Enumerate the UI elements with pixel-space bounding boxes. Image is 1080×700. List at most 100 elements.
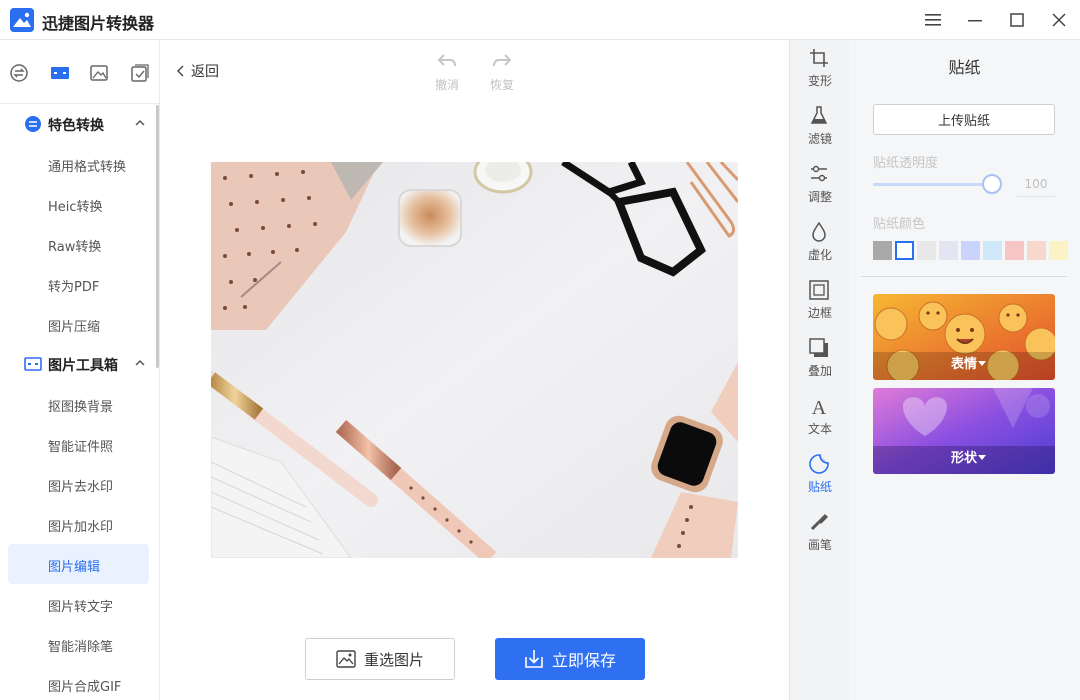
edited-photo[interactable] — [211, 162, 738, 558]
sticker-category-shape[interactable]: 形状 — [873, 388, 1055, 474]
sticker-category-label: 表情 — [950, 357, 977, 372]
tool-rail: 变形 滤镜 调整 虚化 边框 叠加 A 文本 贴纸 画笔 — [789, 40, 849, 700]
overlay-icon — [809, 338, 828, 357]
chevron-left-icon — [177, 65, 184, 77]
sidebar-item-to-pdf[interactable]: 转为PDF — [8, 264, 149, 304]
sidebar-item-id-photo[interactable]: 智能证件照 — [8, 424, 149, 464]
sidebar-item-heic[interactable]: Heic转换 — [8, 184, 149, 224]
category-image-toolbox[interactable]: 图片工具箱 — [0, 344, 156, 384]
tool-transform[interactable]: 变形 — [790, 44, 850, 98]
opacity-slider-track[interactable] — [873, 183, 992, 186]
tool-text[interactable]: A 文本 — [790, 392, 850, 446]
tool-label: 画笔 — [807, 538, 832, 552]
tool-label: 贴纸 — [807, 480, 832, 494]
reselect-label: 重选图片 — [363, 650, 424, 669]
close-icon[interactable] — [1045, 6, 1073, 34]
sidebar-item-raw[interactable]: Raw转换 — [8, 224, 149, 264]
sidebar-item-label: 智能消除笔 — [48, 640, 114, 655]
redo-button[interactable]: 恢复 — [482, 52, 522, 93]
app-window: 迅捷图片转换器 特色转换 通用格式转换 Heic转换 Raw转换 转为PDF 图… — [0, 0, 1080, 700]
minimize-icon[interactable] — [961, 6, 989, 34]
check-square-icon[interactable] — [129, 62, 151, 84]
sidebar: 特色转换 通用格式转换 Heic转换 Raw转换 转为PDF 图片压缩 图片工具… — [0, 40, 160, 700]
color-swatch[interactable] — [1049, 241, 1068, 260]
sidebar-item-label: 图片转文字 — [48, 600, 114, 615]
tool-label: 虚化 — [807, 248, 832, 262]
color-swatch[interactable] — [961, 241, 980, 260]
tool-blur[interactable]: 虚化 — [790, 218, 850, 272]
tool-brush[interactable]: 画笔 — [790, 508, 850, 562]
sidebar-item-label: 图片合成GIF — [48, 680, 122, 695]
panel-divider — [861, 276, 1067, 277]
sidebar-item-label: 抠图换背景 — [48, 400, 114, 415]
sidebar-item-image-to-text[interactable]: 图片转文字 — [8, 584, 149, 624]
back-button[interactable]: 返回 — [177, 61, 219, 81]
tool-label: 文本 — [807, 422, 832, 436]
app-logo-icon — [10, 8, 34, 32]
undo-button[interactable]: 撤消 — [427, 52, 467, 93]
convert-icon[interactable] — [8, 62, 30, 84]
tool-adjust[interactable]: 调整 — [790, 160, 850, 214]
color-swatch[interactable] — [895, 241, 914, 260]
tool-label: 滤镜 — [807, 132, 832, 146]
save-label: 立即保存 — [551, 651, 616, 670]
tool-overlay[interactable]: 叠加 — [790, 334, 850, 388]
sidebar-item-general-convert[interactable]: 通用格式转换 — [8, 144, 149, 184]
color-swatch[interactable] — [1027, 241, 1046, 260]
sidebar-item-cutout[interactable]: 抠图换背景 — [8, 384, 149, 424]
image-icon — [336, 650, 356, 668]
opacity-value[interactable]: 100 — [1017, 171, 1055, 197]
sticker-icon — [809, 454, 829, 474]
sidebar-item-label: 通用格式转换 — [48, 160, 127, 175]
redo-icon — [493, 54, 512, 67]
maximize-icon[interactable] — [1003, 6, 1031, 34]
sidebar-tabs — [0, 40, 159, 104]
tool-label: 变形 — [807, 74, 832, 88]
color-swatch[interactable] — [1005, 241, 1024, 260]
frame-icon — [809, 280, 829, 300]
title-bar: 迅捷图片转换器 — [0, 0, 1080, 40]
sidebar-item-label: 图片压缩 — [48, 320, 101, 335]
category-label: 特色转换 — [48, 118, 104, 134]
download-icon — [525, 650, 543, 668]
undo-icon — [437, 54, 456, 67]
color-label: 贴纸颜色 — [873, 217, 926, 232]
sidebar-item-label: Heic转换 — [48, 200, 103, 215]
sidebar-item-eraser[interactable]: 智能消除笔 — [8, 624, 149, 664]
chevron-up-icon — [135, 119, 145, 126]
sidebar-item-gif[interactable]: 图片合成GIF — [8, 664, 149, 700]
sidebar-scrollbar[interactable] — [156, 105, 159, 368]
image-icon[interactable] — [88, 62, 110, 84]
blur-drop-icon — [812, 222, 826, 242]
sticker-panel: 贴纸 上传贴纸 贴纸透明度 100 贴纸颜色 表情 形状 — [849, 40, 1080, 700]
opacity-slider-knob[interactable] — [982, 174, 1002, 194]
color-swatch[interactable] — [917, 241, 936, 260]
tool-filter[interactable]: 滤镜 — [790, 102, 850, 156]
upload-sticker-button[interactable]: 上传贴纸 — [873, 104, 1055, 135]
category-special-convert[interactable]: 特色转换 — [0, 104, 156, 144]
color-swatch[interactable] — [939, 241, 958, 260]
toolbox-icon[interactable] — [49, 62, 71, 84]
adjust-sliders-icon — [811, 165, 827, 182]
sidebar-item-label: 智能证件照 — [48, 440, 114, 455]
filter-flask-icon — [810, 106, 828, 124]
crystal-jar — [398, 189, 462, 247]
sidebar-item-label: 图片加水印 — [48, 520, 114, 535]
tool-frame[interactable]: 边框 — [790, 276, 850, 330]
sidebar-item-remove-watermark[interactable]: 图片去水印 — [8, 464, 149, 504]
reselect-image-button[interactable]: 重选图片 — [305, 638, 455, 680]
sidebar-item-image-edit[interactable]: 图片编辑 — [8, 544, 149, 584]
sidebar-item-label: 转为PDF — [48, 280, 100, 295]
color-swatch[interactable] — [983, 241, 1002, 260]
panel-title: 贴纸 — [948, 58, 981, 77]
sidebar-item-add-watermark[interactable]: 图片加水印 — [8, 504, 149, 544]
tool-label: 边框 — [807, 306, 832, 320]
sidebar-item-compress[interactable]: 图片压缩 — [8, 304, 149, 344]
app-title: 迅捷图片转换器 — [42, 14, 155, 33]
sticker-category-emoji[interactable]: 表情 — [873, 294, 1055, 380]
color-swatch[interactable] — [873, 241, 892, 260]
save-now-button[interactable]: 立即保存 — [495, 638, 645, 680]
tool-sticker[interactable]: 贴纸 — [790, 450, 850, 504]
toolbox-icon — [24, 357, 42, 371]
hamburger-menu-icon[interactable] — [919, 6, 947, 34]
